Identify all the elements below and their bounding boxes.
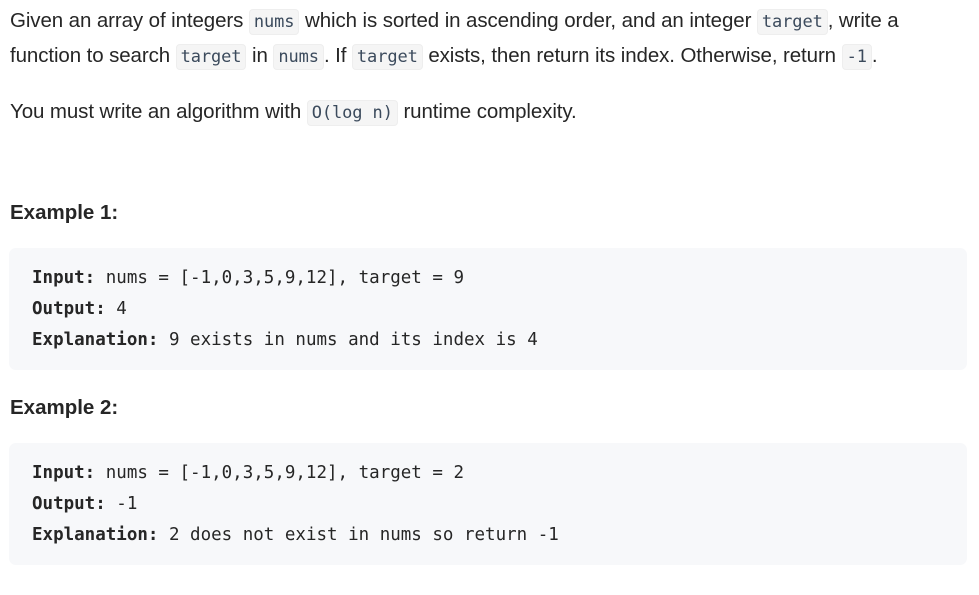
example-1-code-block: Input: nums = [-1,0,3,5,9,12], target = … xyxy=(9,248,967,370)
input-label: Input: xyxy=(32,268,96,288)
example-2-heading: Example 2: xyxy=(10,396,119,419)
explanation-label: Explanation: xyxy=(32,525,159,545)
inline-code-neg-one: -1 xyxy=(841,44,872,70)
input-value: nums = [-1,0,3,5,9,12], target = 9 xyxy=(95,268,464,288)
inline-code-nums: nums xyxy=(273,44,324,70)
description-text: You must write an algorithm with xyxy=(10,100,307,123)
description-text: in xyxy=(246,44,274,67)
description-text: . xyxy=(871,44,878,67)
example-explanation-line: Explanation: 2 does not exist in nums so… xyxy=(32,520,967,551)
description-text: exists, then return its index. Otherwise… xyxy=(422,44,842,67)
example-explanation-line: Explanation: 9 exists in nums and its in… xyxy=(32,325,967,356)
input-value: nums = [-1,0,3,5,9,12], target = 2 xyxy=(95,463,464,483)
output-value: 4 xyxy=(105,299,127,319)
inline-code-complexity: O(log n) xyxy=(306,100,398,126)
description-text: . If xyxy=(323,44,352,67)
problem-description: Given an array of integers nums which is… xyxy=(0,0,979,595)
example-output-line: Output: -1 xyxy=(32,489,967,520)
description-text: Given an array of integers xyxy=(10,9,249,32)
example-input-line: Input: nums = [-1,0,3,5,9,12], target = … xyxy=(32,263,967,294)
inline-code-target: target xyxy=(351,44,423,70)
example-1-heading: Example 1: xyxy=(10,201,119,224)
description-paragraph: Given an array of integers nums which is… xyxy=(10,4,969,74)
output-label: Output: xyxy=(32,494,106,514)
example-output-line: Output: 4 xyxy=(32,294,967,325)
inline-code-target: target xyxy=(175,44,247,70)
example-input-line: Input: nums = [-1,0,3,5,9,12], target = … xyxy=(32,458,967,489)
complexity-paragraph: You must write an algorithm with O(log n… xyxy=(10,95,969,130)
inline-code-nums: nums xyxy=(248,9,300,35)
output-label: Output: xyxy=(32,299,106,319)
explanation-label: Explanation: xyxy=(32,330,159,350)
explanation-value: 2 does not exist in nums so return -1 xyxy=(158,525,559,545)
inline-code-target: target xyxy=(756,9,828,35)
example-2-code-block: Input: nums = [-1,0,3,5,9,12], target = … xyxy=(9,443,967,565)
input-label: Input: xyxy=(32,463,96,483)
description-text: which is sorted in ascending order, and … xyxy=(299,9,757,32)
explanation-value: 9 exists in nums and its index is 4 xyxy=(158,330,538,350)
output-value: -1 xyxy=(105,494,138,514)
description-text: runtime complexity. xyxy=(397,100,577,123)
